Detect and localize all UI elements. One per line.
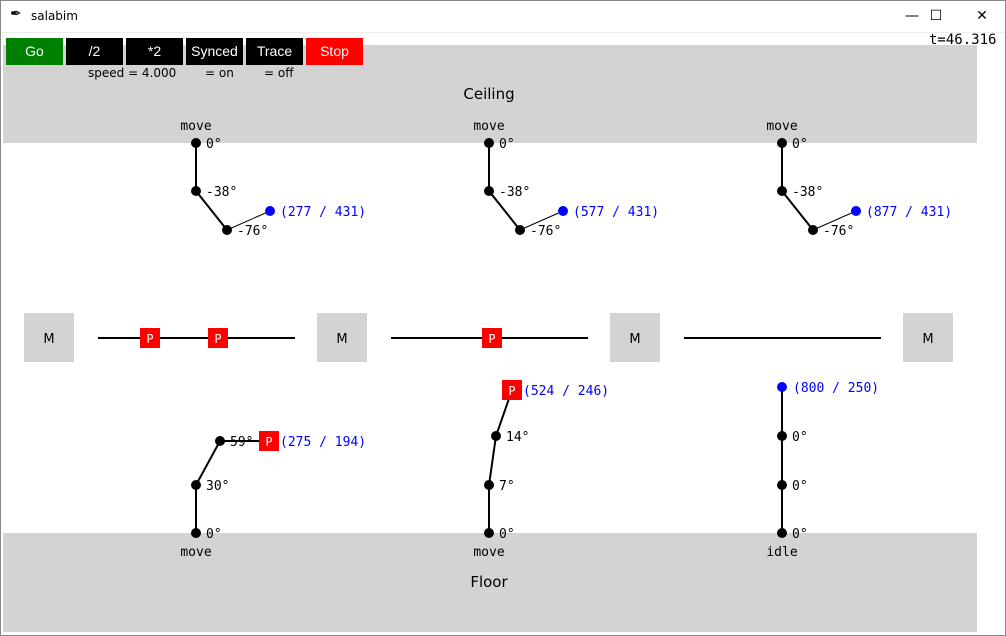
joint-angle-label: -38° xyxy=(792,185,823,200)
joint xyxy=(215,436,225,446)
joint-angle-label: 30° xyxy=(206,479,229,494)
robot-status: move xyxy=(473,119,504,134)
robot-arm xyxy=(488,389,513,533)
target-coordinates: (577 / 431) xyxy=(573,205,659,220)
joint xyxy=(777,138,787,148)
joint-angle-label: -76° xyxy=(237,224,268,239)
robot-status: move xyxy=(473,545,504,560)
ceiling-label: Ceiling xyxy=(463,85,514,103)
go-button[interactable]: Go xyxy=(6,38,63,65)
robot-status: move xyxy=(766,119,797,134)
joint xyxy=(191,138,201,148)
joint-angle-label: -76° xyxy=(530,224,561,239)
floor-label: Floor xyxy=(470,573,508,591)
joint xyxy=(515,225,525,235)
target-point xyxy=(265,206,275,216)
joint xyxy=(191,186,201,196)
2-button[interactable]: /2 xyxy=(66,38,123,65)
product-label: P xyxy=(214,332,221,346)
target-point xyxy=(777,382,787,392)
target-point xyxy=(851,206,861,216)
joint xyxy=(484,528,494,538)
joint xyxy=(808,225,818,235)
trace-status: = off xyxy=(264,66,294,80)
trace-button[interactable]: Trace xyxy=(246,38,303,65)
machine-label: M xyxy=(336,332,347,347)
joint xyxy=(777,186,787,196)
animation-canvas: Ceiling Floor 0° -38° -76° (277 / 431) move 0° -… xyxy=(3,45,977,632)
synced-button[interactable]: Synced xyxy=(186,38,243,65)
joint xyxy=(191,480,201,490)
machine-label: M xyxy=(43,332,54,347)
joint-angle-label: 14° xyxy=(506,430,529,445)
target-coordinates: (275 / 194) xyxy=(280,435,366,450)
2-button[interactable]: *2 xyxy=(126,38,183,65)
joint-angle-label: 0° xyxy=(792,479,808,494)
joint xyxy=(777,431,787,441)
joint-angle-label: 0° xyxy=(206,527,222,542)
product-label: P xyxy=(508,384,515,398)
robot-status: move xyxy=(180,545,211,560)
joint-angle-label: 59° xyxy=(230,435,253,450)
joint-angle-label: -76° xyxy=(823,224,854,239)
robot-status: idle xyxy=(766,545,797,560)
joint-angle-label: -38° xyxy=(499,185,530,200)
product-label: P xyxy=(488,332,495,346)
joint xyxy=(484,138,494,148)
joint xyxy=(484,186,494,196)
joint-angle-label: 0° xyxy=(792,430,808,445)
machine-label: M xyxy=(922,332,933,347)
joint-angle-label: 0° xyxy=(206,137,222,152)
joint-angle-label: 7° xyxy=(499,479,515,494)
joint xyxy=(191,528,201,538)
time-display: t=46.316 xyxy=(929,32,997,48)
joint-angle-label: 0° xyxy=(792,527,808,542)
target-coordinates: (524 / 246) xyxy=(523,384,609,399)
target-point xyxy=(558,206,568,216)
target-coordinates: (877 / 431) xyxy=(866,205,952,220)
product-label: P xyxy=(265,435,272,449)
target-coordinates: (800 / 250) xyxy=(793,381,879,396)
joint xyxy=(491,431,501,441)
stop-button[interactable]: Stop xyxy=(306,38,363,65)
joint xyxy=(222,225,232,235)
target-coordinates: (277 / 431) xyxy=(280,205,366,220)
joint xyxy=(777,480,787,490)
joint-angle-label: -38° xyxy=(206,185,237,200)
machine-label: M xyxy=(629,332,640,347)
synced-status: = on xyxy=(205,66,234,80)
joint-angle-label: 0° xyxy=(499,137,515,152)
speed-label: speed = 4.000 xyxy=(88,66,177,80)
joint xyxy=(484,480,494,490)
product-label: P xyxy=(146,332,153,346)
joint-angle-label: 0° xyxy=(499,527,515,542)
joint-angle-label: 0° xyxy=(792,137,808,152)
joint xyxy=(777,528,787,538)
robot-status: move xyxy=(180,119,211,134)
